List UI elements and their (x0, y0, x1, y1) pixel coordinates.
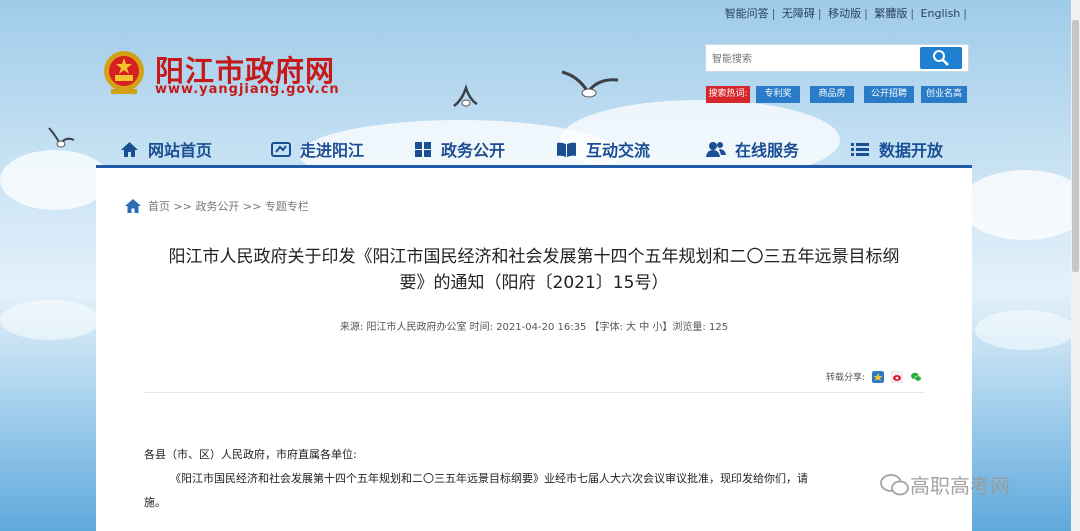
home-icon (125, 199, 141, 213)
cloud (975, 310, 1075, 350)
nav-item-interaction[interactable]: 互动交流 (556, 132, 650, 166)
search-button[interactable] (920, 47, 962, 69)
article-meta: 来源: 阳江市人民政府办公室 时间: 2021-04-20 16:35 【字体:… (96, 318, 972, 333)
breadcrumb-separator: >> (173, 199, 192, 213)
search-box (705, 44, 969, 72)
national-emblem-icon (104, 51, 144, 94)
top-link-english[interactable]: English (921, 7, 961, 20)
seagull-icon (561, 70, 619, 98)
watermark-text: 高职高考网 (910, 474, 1010, 498)
article-greeting: 各县（市、区）人民政府，市府直属各单位: (144, 448, 357, 461)
weibo-share-icon[interactable] (891, 370, 903, 383)
book-icon (557, 142, 576, 157)
article-body-line: 《阳江市国民经济和社会发展第十四个五年规划和二〇三五年远景目标纲要》业经市七届人… (170, 472, 808, 485)
share-label: 转载分享: (825, 373, 865, 383)
font-size-medium[interactable]: 中 (639, 322, 649, 333)
font-size-small[interactable]: 小 (652, 322, 662, 333)
cloud (0, 300, 100, 340)
breadcrumb-gov-affairs[interactable]: 政务公开 (195, 198, 239, 214)
main-nav: 网站首页 走进阳江 政务公开 互动交流 在线服务 数据开放 (96, 132, 972, 166)
users-icon (706, 141, 726, 157)
watermark: 高职高考网 (880, 470, 1010, 499)
site-url: www.yangjiang.gov.cn (155, 82, 340, 97)
article-views: 】浏览量: 125 (662, 322, 729, 333)
article-source-time: 来源: 阳江市人民政府办公室 时间: 2021-04-20 16:35 【字体: (339, 322, 623, 333)
seagull-icon (48, 127, 75, 148)
breadcrumb: 首页 >> 政务公开 >> 专题专栏 (124, 198, 309, 214)
breadcrumb-home[interactable]: 首页 (148, 198, 170, 214)
scrollbar-thumb[interactable] (1072, 20, 1079, 272)
hot-tag[interactable]: 创业名高 (921, 86, 967, 103)
breadcrumb-separator: >> (242, 199, 262, 213)
nav-item-gov-affairs[interactable]: 政务公开 (414, 132, 505, 166)
nav-item-about[interactable]: 走进阳江 (271, 132, 364, 166)
hot-tag[interactable]: 专利奖 (756, 86, 800, 103)
wechat-share-icon[interactable] (910, 370, 922, 383)
seagull-icon (453, 84, 478, 107)
article-title-line: 阳江市人民政府关于印发《阳江市国民经济和社会发展第十四个五年规划和二〇三五年远景… (168, 247, 900, 267)
nav-item-home[interactable]: 网站首页 (120, 132, 212, 166)
search-icon (933, 50, 949, 66)
hot-tag[interactable]: 商品房 (810, 86, 854, 103)
nav-item-online-service[interactable]: 在线服务 (706, 132, 799, 166)
top-link-qa[interactable]: 智能问答 (725, 7, 769, 20)
nav-item-open-data[interactable]: 数据开放 (850, 132, 943, 166)
article-panel: 首页 >> 政务公开 >> 专题专栏 阳江市人民政府关于印发《阳江市国民经济和社… (96, 168, 972, 531)
breadcrumb-special-topics[interactable]: 专题专栏 (265, 198, 309, 214)
article-title: 阳江市人民政府关于印发《阳江市国民经济和社会发展第十四个五年规划和二〇三五年远景… (144, 244, 924, 296)
grid-icon (415, 141, 431, 157)
meta-divider (144, 392, 924, 393)
hot-search-label: 搜索热词: (706, 86, 750, 103)
cloud (960, 170, 1080, 240)
list-icon (851, 142, 869, 156)
search-input[interactable] (710, 49, 919, 69)
qzone-share-icon[interactable] (872, 370, 884, 383)
top-link-traditional[interactable]: 繁體版 (874, 7, 907, 20)
map-icon (271, 141, 291, 157)
top-links: 智能问答 | 无障碍 | 移动版 | 繁體版 | English | (724, 7, 967, 20)
font-size-large[interactable]: 大 (626, 322, 636, 333)
top-link-accessibility[interactable]: 无障碍 (782, 7, 815, 20)
cloud (0, 150, 110, 210)
wechat-icon (880, 473, 909, 495)
hot-tag[interactable]: 公开招聘 (864, 86, 914, 103)
article-title-line: 要》的通知（阳府〔2021〕15号） (399, 273, 669, 293)
top-link-mobile[interactable]: 移动版 (828, 7, 861, 20)
article-body-line: 施。 (144, 496, 166, 509)
share-bar: 转载分享: (826, 370, 922, 383)
home-icon (121, 141, 138, 157)
page-scrollbar[interactable] (1071, 0, 1080, 531)
